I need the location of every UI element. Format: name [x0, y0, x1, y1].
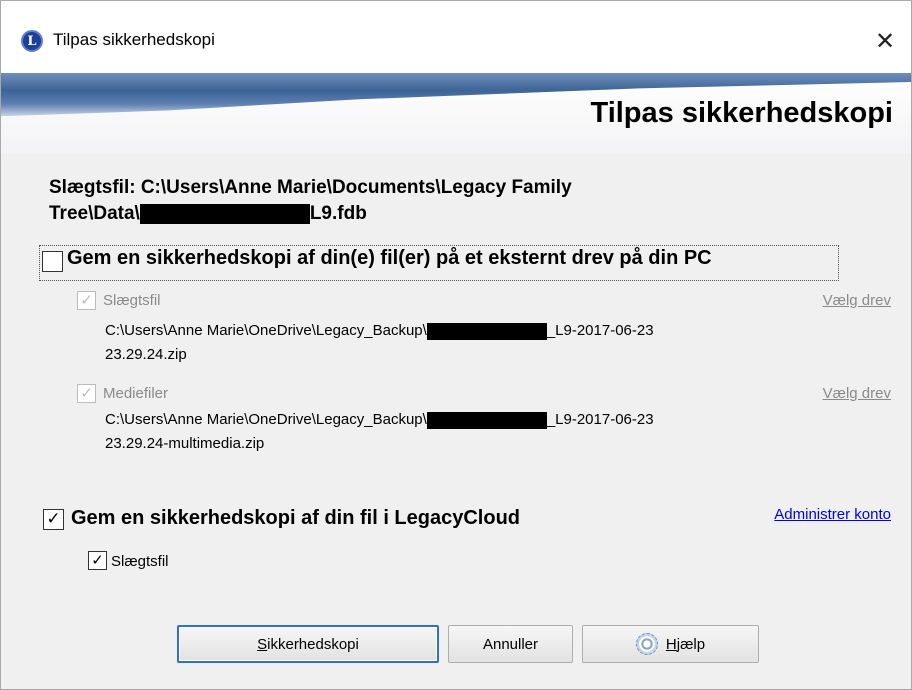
external-media-files-label: Mediefiler: [103, 385, 169, 402]
cloud-backup-checkbox[interactable]: ✓: [43, 509, 64, 530]
legacy-logo-icon: L: [21, 30, 43, 52]
external-backup-label: Gem en sikkerhedskopi af din(e) fil(er) …: [67, 247, 712, 269]
external-media-files-checkbox[interactable]: ✓: [77, 384, 96, 403]
close-button[interactable]: ✕: [865, 23, 905, 59]
banner-title: Tilpas sikkerhedskopi: [590, 97, 894, 129]
external-backup-checkbox[interactable]: [42, 251, 63, 272]
cancel-button[interactable]: Annuller: [448, 625, 573, 663]
choose-drive-link-media[interactable]: Vælg drev: [823, 385, 891, 402]
family-file-backup-path: C:\Users\Anne Marie\OneDrive\Legacy_Back…: [105, 322, 654, 363]
redacted-text: [139, 203, 310, 224]
header-banner: Tilpas sikkerhedskopi: [1, 73, 911, 153]
media-files-backup-path: C:\Users\Anne Marie\OneDrive\Legacy_Back…: [105, 411, 654, 452]
external-family-file-label: Slægtsfil: [103, 292, 161, 309]
help-lifebuoy-icon: [635, 633, 658, 655]
help-button[interactable]: Hjælp: [582, 625, 759, 663]
cloud-backup-label: Gem en sikkerhedskopi af din fil i Legac…: [71, 507, 521, 529]
dialog-content: Slægtsfil: C:\Users\Anne Marie\Documents…: [1, 153, 911, 689]
manage-account-link[interactable]: Administrer konto: [774, 506, 891, 523]
close-icon: ✕: [874, 27, 896, 55]
redacted-text: [426, 411, 547, 429]
family-file-path-line1: Slægtsfil: C:\Users\Anne Marie\Documents…: [49, 177, 572, 198]
family-file-path-line2: Tree\Data\ L9.fdb: [49, 203, 367, 224]
family-file-path: Slægtsfil: C:\Users\Anne Marie\Documents…: [49, 175, 749, 227]
cloud-family-file-label: Slægtsfil: [111, 553, 169, 570]
cloud-family-file-checkbox[interactable]: ✓: [88, 551, 107, 570]
choose-drive-link-family[interactable]: Vælg drev: [823, 292, 891, 309]
window-title: Tilpas sikkerhedskopi: [53, 30, 215, 49]
title-bar: L Tilpas sikkerhedskopi ✕: [1, 1, 911, 73]
external-family-file-checkbox[interactable]: ✓: [77, 291, 96, 310]
redacted-text: [426, 322, 547, 340]
backup-dialog: L Tilpas sikkerhedskopi ✕ Tilpas sikkerh…: [0, 0, 912, 690]
backup-button[interactable]: Sikkerhedskopi: [177, 625, 439, 663]
